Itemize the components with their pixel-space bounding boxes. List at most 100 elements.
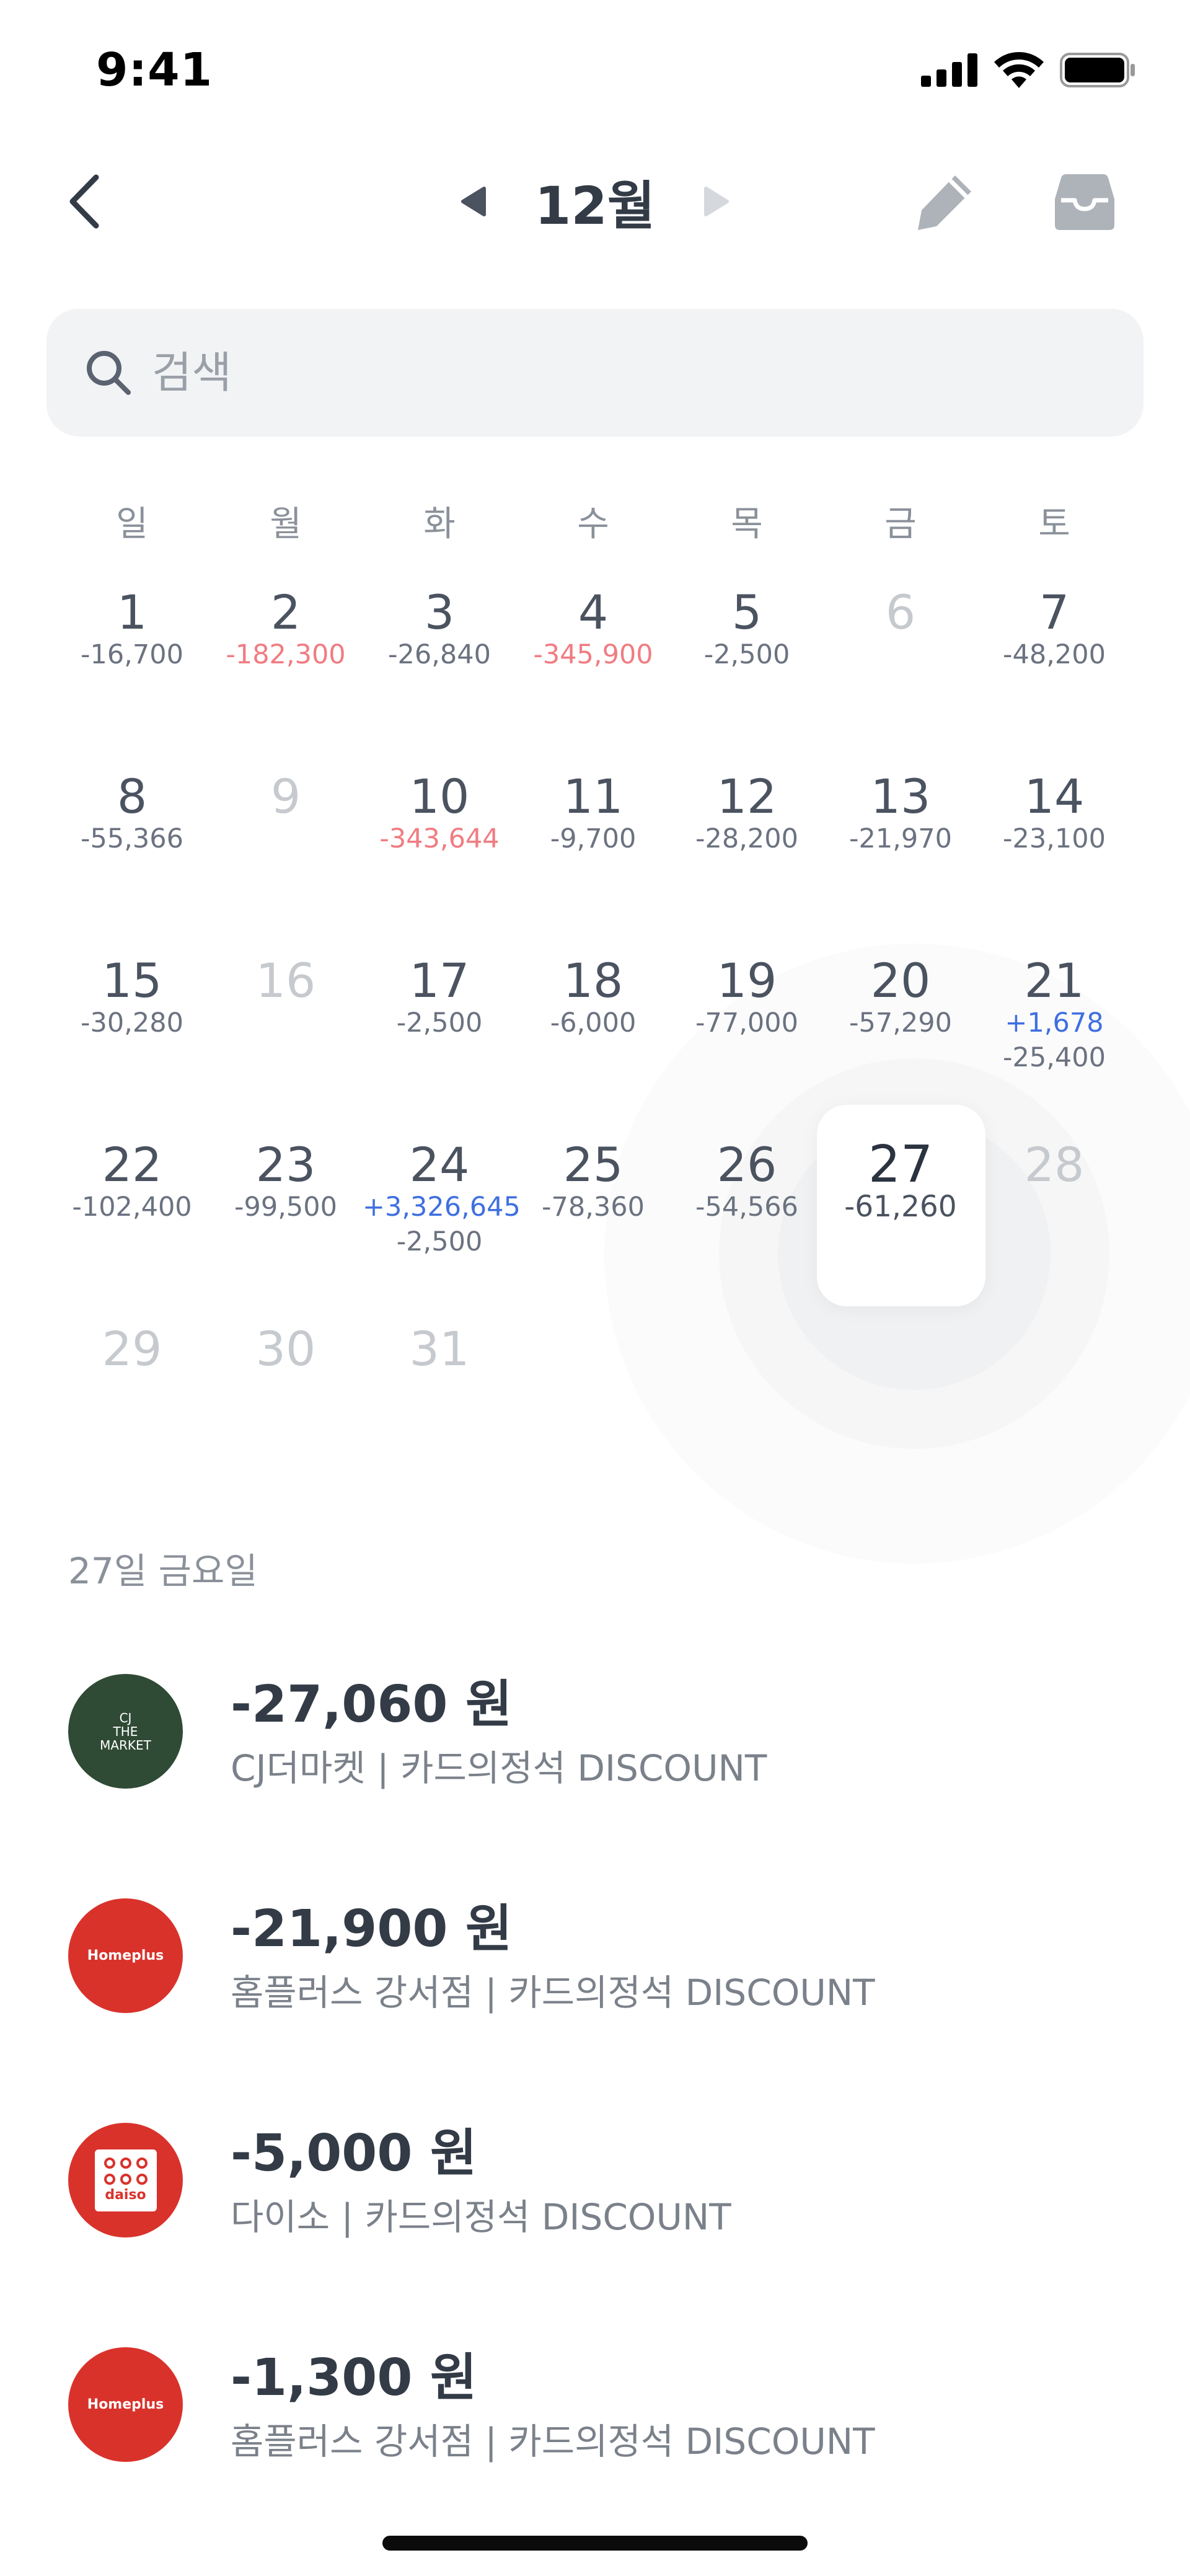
transaction-amount: -5,000 원: [231, 2124, 477, 2183]
day-expense-amount: -55,366: [81, 823, 183, 854]
inbox-icon: [1055, 174, 1114, 230]
day-number: 3: [424, 585, 455, 640]
calendar-day-19[interactable]: 19 -77,000: [670, 870, 824, 1050]
calendar-day-30[interactable]: 30: [209, 1239, 363, 1419]
header: 12월: [0, 143, 1190, 254]
day-number: 15: [102, 953, 162, 1008]
day-number: 25: [563, 1137, 624, 1192]
transaction-item[interactable]: Homeplus -1,300 원 홈플러스 강서점 | 카드의정석 DISCO…: [0, 2347, 1190, 2533]
day-expense-amount: -99,500: [234, 1192, 337, 1223]
edit-button[interactable]: [911, 167, 979, 236]
day-expense-amount: -28,200: [695, 823, 798, 854]
search-icon: [84, 348, 133, 397]
triangle-left-icon: [461, 187, 486, 216]
transaction-item[interactable]: CJ THE MARKET -27,060 원 CJ더마켓 | 카드의정석 DI…: [0, 1674, 1190, 1860]
calendar-day-23[interactable]: 23 -99,500: [209, 1055, 363, 1234]
calendar-day-15[interactable]: 15 -30,280: [55, 870, 209, 1050]
calendar-day-6[interactable]: 6: [824, 502, 977, 682]
day-expense-amount: -2,500: [396, 1007, 483, 1038]
day-number: 29: [102, 1321, 162, 1376]
day-income-amount: +1,678: [1005, 1007, 1104, 1038]
day-expense-amount: -61,260: [844, 1190, 957, 1224]
next-month-button[interactable]: [699, 183, 736, 220]
day-number: 19: [716, 953, 777, 1008]
home-indicator: [382, 2536, 808, 2551]
calendar-day-22[interactable]: 22 -102,400: [55, 1055, 209, 1234]
day-expense-amount: -26,840: [388, 639, 491, 670]
logo-text: Homeplus: [87, 2397, 164, 2412]
search-input[interactable]: [152, 347, 1082, 398]
logo-text: THE: [113, 1724, 138, 1739]
calendar-day-16[interactable]: 16: [209, 870, 363, 1050]
calendar-day-4[interactable]: 4 -345,900: [516, 502, 670, 682]
signal-icon: [921, 53, 977, 87]
calendar-day-10[interactable]: 10 -343,644: [363, 686, 516, 866]
logo-text: daiso: [105, 2187, 146, 2203]
calendar-day-20[interactable]: 20 -57,290: [824, 870, 977, 1050]
transaction-item[interactable]: Homeplus -21,900 원 홈플러스 강서점 | 카드의정석 DISC…: [0, 1898, 1190, 2084]
calendar-day-17[interactable]: 17 -2,500: [363, 870, 516, 1050]
day-expense-amount: -48,200: [1003, 639, 1106, 670]
calendar-day-1[interactable]: 1 -16,700: [55, 502, 209, 682]
calendar-day-11[interactable]: 11 -9,700: [516, 686, 670, 866]
day-expense-amount: -182,300: [226, 639, 346, 670]
transaction-amount: -27,060 원: [231, 1675, 513, 1734]
day-number: 23: [255, 1137, 316, 1192]
day-expense-amount: -78,360: [542, 1192, 645, 1223]
day-number: 1: [117, 585, 148, 640]
calendar-day-29[interactable]: 29: [55, 1239, 209, 1419]
calendar-day-5[interactable]: 5 -2,500: [670, 502, 824, 682]
calendar-day-25[interactable]: 25 -78,360: [516, 1055, 670, 1234]
day-number: 27: [868, 1135, 933, 1194]
inbox-button[interactable]: [1047, 167, 1122, 236]
month-navigator: 12월: [0, 167, 1190, 236]
daiso-dots: [104, 2158, 148, 2185]
day-number: 5: [731, 585, 762, 640]
calendar-day-9[interactable]: 9: [209, 686, 363, 866]
battery-icon: [1060, 53, 1135, 87]
day-number: 11: [563, 769, 624, 824]
day-number: 21: [1024, 953, 1085, 1008]
calendar-day-7[interactable]: 7 -48,200: [977, 502, 1131, 682]
calendar-day-27[interactable]: 27 -61,260: [824, 1055, 977, 1234]
daiso-logo-mark: daiso: [94, 2149, 157, 2211]
day-expense-amount: -9,700: [550, 823, 637, 854]
day-number: 24: [409, 1137, 470, 1192]
day-expense-amount: -21,970: [849, 823, 952, 854]
calendar-day-3[interactable]: 3 -26,840: [363, 502, 516, 682]
day-expense-amount: -2,500: [703, 639, 790, 670]
calendar-day-13[interactable]: 13 -21,970: [824, 686, 977, 866]
day-number: 16: [255, 953, 316, 1008]
day-expense-amount: -54,566: [695, 1192, 798, 1223]
search-bar[interactable]: [46, 309, 1144, 436]
pencil-icon: [918, 175, 971, 230]
calendar-day-12[interactable]: 12 -28,200: [670, 686, 824, 866]
calendar-day-21[interactable]: 21 +1,678 -25,400: [977, 870, 1131, 1074]
status-time: 9:41: [96, 43, 213, 97]
logo-text: MARKET: [100, 1737, 151, 1753]
calendar-day-18[interactable]: 18 -6,000: [516, 870, 670, 1050]
selected-date-label: 27일 금요일: [68, 1550, 258, 1592]
calendar-day-24[interactable]: 24 +3,326,645 -2,500: [363, 1055, 521, 1258]
calendar-day-14[interactable]: 14 -23,100: [977, 686, 1131, 866]
daiso-logo: daiso: [68, 2123, 183, 2237]
cj-the-market-logo: CJ THE MARKET: [68, 1674, 183, 1789]
logo-text: Homeplus: [87, 1948, 164, 1963]
day-income-amount: +3,326,645: [363, 1192, 521, 1223]
day-expense-amount: -23,100: [1003, 823, 1106, 854]
homeplus-logo: Homeplus: [68, 1898, 183, 2013]
calendar-day-2[interactable]: 2 -182,300: [209, 502, 363, 682]
calendar-day-8[interactable]: 8 -55,366: [55, 686, 209, 866]
transaction-description: 홈플러스 강서점 | 카드의정석 DISCOUNT: [231, 1972, 875, 2014]
day-number: 6: [885, 585, 916, 640]
prev-month-button[interactable]: [454, 183, 491, 220]
status-bar: 9:41: [0, 0, 1190, 136]
calendar-day-31[interactable]: 31: [363, 1239, 516, 1419]
calendar-day-26[interactable]: 26 -54,566: [670, 1055, 824, 1234]
transaction-description: CJ더마켓 | 카드의정석 DISCOUNT: [231, 1747, 767, 1789]
status-icons: [921, 52, 1135, 88]
month-title[interactable]: 12월: [535, 164, 655, 239]
transaction-item[interactable]: daiso -5,000 원 다이소 | 카드의정석 DISCOUNT: [0, 2123, 1190, 2309]
day-expense-amount: -57,290: [849, 1007, 952, 1038]
calendar-day-28[interactable]: 28: [977, 1055, 1131, 1234]
